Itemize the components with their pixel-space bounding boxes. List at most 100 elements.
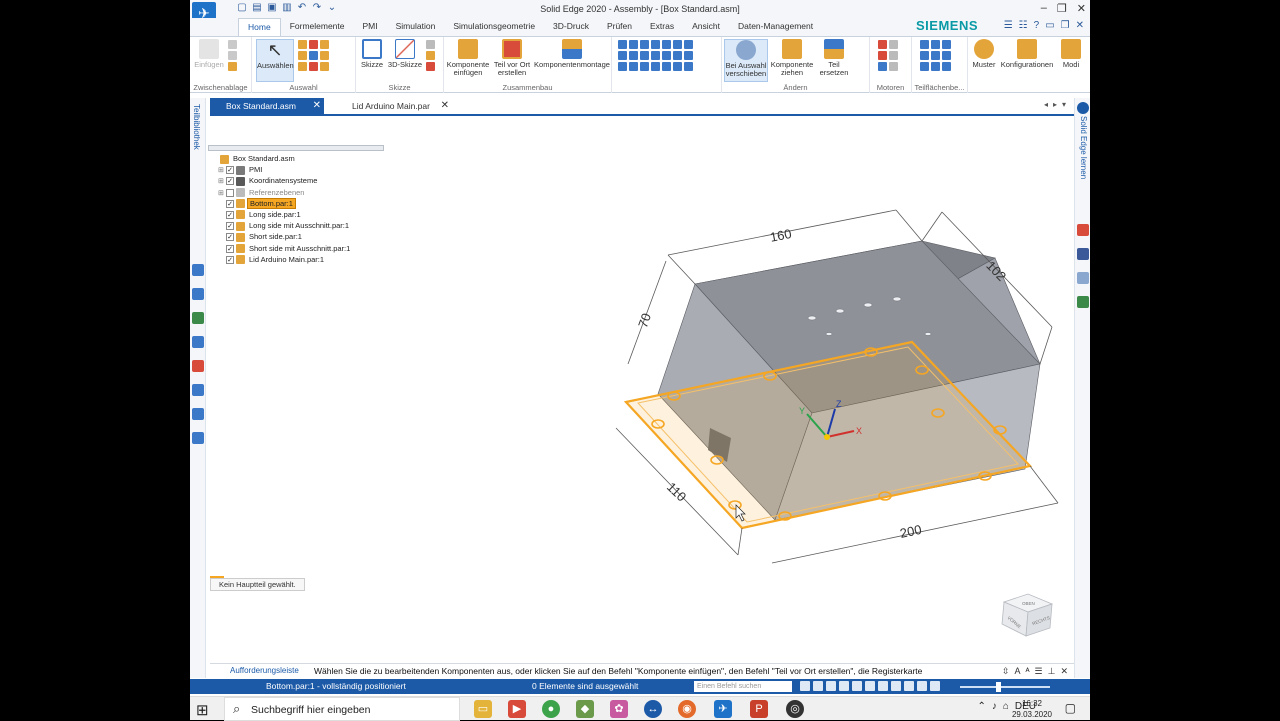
relation-icon[interactable] (640, 40, 649, 49)
solid-edge-taskbar-icon[interactable]: ✈ (714, 700, 732, 718)
firefox-icon[interactable]: ◉ (678, 700, 696, 718)
zoom-area-icon[interactable] (800, 681, 810, 691)
zoom-slider-thumb[interactable] (996, 682, 1001, 692)
rotate-icon[interactable] (852, 681, 862, 691)
style-icon[interactable] (891, 681, 901, 691)
clock[interactable]: 16:32 29.03.2020 (1012, 698, 1052, 720)
relation-icon[interactable] (618, 62, 627, 71)
close-tab-icon[interactable]: ✕ (313, 98, 321, 114)
taskbar-search[interactable]: ⌕ Suchbegriff hier eingeben (224, 697, 460, 721)
relation-icon[interactable] (651, 40, 660, 49)
zoom-icon[interactable] (813, 681, 823, 691)
chrome-icon[interactable]: ● (542, 700, 560, 718)
relation-icon[interactable] (673, 40, 682, 49)
display-icon[interactable] (917, 681, 927, 691)
tab-left-icon[interactable]: ◂ (1044, 100, 1048, 109)
windows-start-icon[interactable]: ⊞ (196, 701, 209, 719)
motor-icon[interactable] (889, 62, 898, 71)
help-icon[interactable]: ? (1034, 20, 1040, 31)
maps-app-icon[interactable]: ◆ (576, 700, 594, 718)
select-tool-icon[interactable] (298, 51, 307, 60)
select-tool-icon[interactable] (298, 40, 307, 49)
history-icon[interactable]: ☰ (1035, 666, 1043, 677)
tab-list-icon[interactable]: ▾ (1062, 100, 1066, 109)
minimize-icon[interactable]: – (1041, 2, 1047, 15)
ribbon-tab-home[interactable]: Home (238, 18, 281, 36)
pathfinder-icon[interactable] (192, 264, 204, 276)
drag-component-button[interactable]: Komponente ziehen (770, 39, 814, 77)
move-on-select-button[interactable]: Bei Auswahl verschieben (724, 39, 768, 82)
tab-right-icon[interactable]: ▸ (1053, 100, 1057, 109)
relation-icon[interactable] (640, 51, 649, 60)
relation-icon[interactable] (662, 40, 671, 49)
relation-icon[interactable] (662, 62, 671, 71)
visibility-checkbox[interactable]: ✓ (226, 222, 234, 231)
ribbon-tab-formelemente[interactable]: Formelemente (281, 18, 354, 36)
layout-icon[interactable]: ☷ (1019, 20, 1028, 31)
tree-node[interactable]: ✓ Short side mit Ausschnitt.par:1 (212, 243, 352, 254)
doc-tab-box-standard[interactable]: Box Standard.asm ✕ (210, 98, 324, 114)
settings-panel-icon[interactable] (192, 432, 204, 444)
font-size-icon[interactable]: A (1014, 666, 1020, 677)
relations-panel-icon[interactable] (192, 408, 204, 420)
face-tool-icon[interactable] (920, 40, 929, 49)
motor-icon[interactable] (889, 51, 898, 60)
select-tool-icon[interactable] (309, 62, 318, 71)
select-tool-icon[interactable] (309, 51, 318, 60)
fit-icon[interactable] (826, 681, 836, 691)
face-tool-icon[interactable] (920, 62, 929, 71)
help-panel-icon[interactable] (192, 336, 204, 348)
face-tool-icon[interactable] (920, 51, 929, 60)
viewcube-top[interactable]: OBEN (1022, 601, 1035, 606)
dimension-height[interactable]: 70 (635, 311, 654, 330)
maximize-icon[interactable]: ❐ (1057, 2, 1067, 15)
ribbon-tab-ansicht[interactable]: Ansicht (683, 18, 729, 36)
obs-icon[interactable]: ◎ (786, 700, 804, 718)
select-tool-icon[interactable] (320, 51, 329, 60)
pathfinder-splitter[interactable] (208, 145, 384, 151)
ribbon-tab-pmi[interactable]: PMI (354, 18, 387, 36)
prompt-bar-label[interactable]: Aufforderungsleiste (210, 666, 299, 675)
tree-node[interactable]: ⊞ ✓ Koordinatensysteme (212, 175, 352, 186)
graphics-viewport[interactable]: X Z Y 160 102 70 110 200 (400, 110, 1070, 660)
ribbon-tab-3d-druck[interactable]: 3D-Druck (544, 18, 598, 36)
drawing-app-icon[interactable]: ✿ (610, 700, 628, 718)
sketch-tool-icon[interactable] (426, 51, 435, 60)
select-tool-icon[interactable] (320, 62, 329, 71)
modes-button[interactable]: Modi (1058, 39, 1084, 69)
face-tool-icon[interactable] (942, 51, 951, 60)
ribbon-tab-extras[interactable]: Extras (641, 18, 683, 36)
ribbon-tab-simulationsgeometrie[interactable]: Simulationsgeometrie (444, 18, 544, 36)
ribbon-tab-simulation[interactable]: Simulation (387, 18, 445, 36)
visibility-checkbox[interactable]: ✓ (226, 233, 234, 242)
learn-tab[interactable]: Solid Edge lernen (1079, 116, 1088, 179)
relation-icon[interactable] (651, 51, 660, 60)
sensors-icon[interactable] (192, 360, 204, 372)
pan-icon[interactable] (839, 681, 849, 691)
motor-icon[interactable] (878, 62, 887, 71)
media-app-icon[interactable]: ▶ (508, 700, 526, 718)
motor-icon[interactable] (889, 40, 898, 49)
powerpoint-icon[interactable]: P (750, 700, 768, 718)
relation-icon[interactable] (673, 51, 682, 60)
relation-icon[interactable] (629, 40, 638, 49)
file-explorer-icon[interactable]: ▭ (474, 700, 492, 718)
face-tool-icon[interactable] (931, 62, 940, 71)
select-tool-icon[interactable] (298, 62, 307, 71)
replace-part-button[interactable]: Teil ersetzen (816, 39, 852, 77)
tree-node[interactable]: ✓ Lid Arduino Main.par:1 (212, 254, 352, 265)
copy-icon[interactable] (228, 51, 237, 60)
family-icon[interactable] (192, 384, 204, 396)
face-tool-icon[interactable] (931, 51, 940, 60)
command-search-input[interactable]: Einen Befehl suchen (694, 681, 792, 692)
relation-icon[interactable] (618, 40, 627, 49)
ribbon-tab-pr-fen[interactable]: Prüfen (598, 18, 641, 36)
community-icon[interactable] (1077, 272, 1089, 284)
relation-icon[interactable] (651, 62, 660, 71)
scroll-icon[interactable]: ⇳ (1002, 666, 1010, 677)
network-icon[interactable]: ⌂ (1003, 701, 1009, 712)
doc-minimize-icon[interactable]: ▭ (1045, 20, 1054, 31)
doc-restore-icon[interactable]: ❐ (1061, 20, 1070, 31)
tree-node[interactable]: ✓ Long side mit Ausschnitt.par:1 (212, 220, 352, 231)
view-cube[interactable]: OBEN VORNE RECHTS (996, 588, 1056, 640)
